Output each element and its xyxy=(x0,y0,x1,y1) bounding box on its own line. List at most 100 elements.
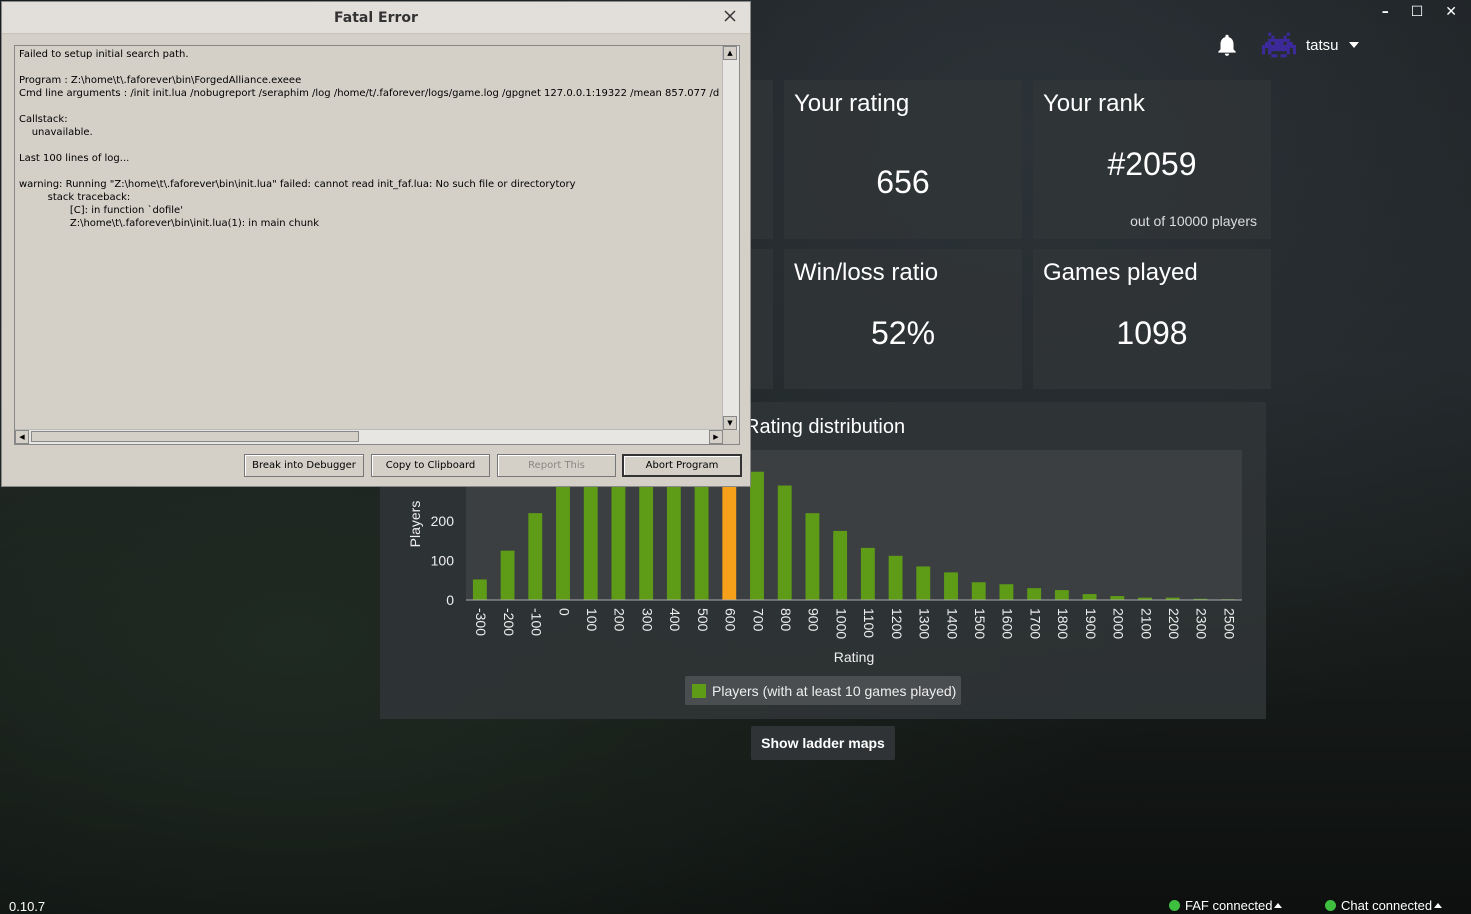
scroll-left-arrow-icon[interactable]: ◀ xyxy=(15,430,29,444)
x-tick-label: 2000 xyxy=(1111,608,1127,639)
x-tick-label: 2500 xyxy=(1221,608,1237,639)
rating-value: 656 xyxy=(876,164,930,200)
legend-label: Players (with at least 10 games played) xyxy=(712,682,957,699)
winloss-title: Win/loss ratio xyxy=(794,259,939,286)
chart-bar xyxy=(833,530,848,600)
x-tick-label: 1600 xyxy=(1000,608,1016,639)
x-tick-label: 1300 xyxy=(917,608,933,639)
chart-bar xyxy=(472,579,487,600)
chat-status-arrow-up-icon xyxy=(1434,903,1443,908)
show-ladder-maps-button[interactable]: Show ladder maps xyxy=(751,726,895,760)
x-tick-label: 400 xyxy=(667,608,683,632)
chart-legend[interactable]: Players (with at least 10 games played) xyxy=(685,676,961,705)
y-tick-label: 200 xyxy=(431,513,455,529)
x-tick-label: 600 xyxy=(723,608,739,632)
x-tick-label: 1700 xyxy=(1027,608,1043,639)
status-bar: 0.10.7 FAF connected Chat connected xyxy=(0,896,1471,914)
chart-bar xyxy=(971,582,986,600)
report-this-button: Report This xyxy=(497,454,616,477)
x-tick-label: 0 xyxy=(556,608,572,616)
copy-to-clipboard-button[interactable]: Copy to Clipboard xyxy=(371,454,490,477)
chart-bar xyxy=(944,572,958,600)
rank-subtitle: out of 10000 players xyxy=(1130,213,1257,229)
notification-bell-icon[interactable] xyxy=(1214,32,1240,58)
games-value: 1098 xyxy=(1116,315,1188,351)
x-tick-label: 500 xyxy=(695,608,711,632)
close-icon[interactable] xyxy=(721,7,739,25)
chart-bar xyxy=(1082,594,1097,600)
x-tick-label: 1400 xyxy=(944,608,960,639)
x-tick-label: 1000 xyxy=(833,608,849,639)
vertical-scrollbar[interactable]: ▲ ▼ xyxy=(722,46,739,430)
faf-status-dot-icon xyxy=(1169,900,1180,911)
x-tick-label: 700 xyxy=(750,608,766,632)
x-tick-label: 200 xyxy=(612,608,628,632)
x-tick-label: 2200 xyxy=(1166,608,1182,639)
x-tick-label: 800 xyxy=(778,608,794,632)
scroll-down-arrow-icon[interactable]: ▼ xyxy=(723,416,737,430)
y-tick-label: 0 xyxy=(446,592,454,608)
close-window-button[interactable]: ✕ xyxy=(1445,4,1457,20)
username[interactable]: tatsu xyxy=(1306,37,1339,54)
x-tick-label: -200 xyxy=(501,608,517,636)
chart-bar xyxy=(916,566,931,600)
faf-status-arrow-up-icon xyxy=(1274,903,1283,908)
rank-title: Your rank xyxy=(1043,90,1145,117)
x-tick-label: 100 xyxy=(584,608,600,632)
x-tick-label: 300 xyxy=(639,608,655,632)
chat-status-label: Chat connected xyxy=(1341,898,1433,913)
chart-bar xyxy=(860,547,875,600)
chart-bar xyxy=(500,550,515,600)
chart-bar xyxy=(777,485,792,600)
x-tick-label: 1800 xyxy=(1055,608,1071,639)
faf-status-label: FAF connected xyxy=(1185,898,1273,913)
x-tick-label: 1200 xyxy=(889,608,905,639)
x-tick-label: 2300 xyxy=(1194,608,1210,639)
chart-bar xyxy=(750,471,764,600)
rank-value: #2059 xyxy=(1107,146,1197,182)
avatar[interactable] xyxy=(1262,28,1296,62)
abort-program-button[interactable]: Abort Program xyxy=(622,454,742,477)
games-title: Games played xyxy=(1043,259,1198,286)
scroll-up-arrow-icon[interactable]: ▲ xyxy=(723,46,737,60)
chart-bar xyxy=(1027,588,1042,600)
x-tick-label: -100 xyxy=(529,608,545,636)
user-area: tatsu xyxy=(1214,28,1359,62)
break-into-debugger-button[interactable]: Break into Debugger xyxy=(244,454,364,477)
winloss-value: 52% xyxy=(870,315,936,351)
dialog-titlebar[interactable]: Fatal Error xyxy=(2,2,750,34)
rating-title: Your rating xyxy=(794,90,910,117)
version-label: 0.10.7 xyxy=(9,899,46,914)
winloss-card: Win/loss ratio 52% xyxy=(784,249,1022,389)
chat-status[interactable]: Chat connected xyxy=(1325,898,1443,913)
legend-swatch xyxy=(692,683,706,698)
scroll-right-arrow-icon[interactable]: ▶ xyxy=(709,430,723,444)
chat-status-dot-icon xyxy=(1325,900,1336,911)
chart-bar xyxy=(556,485,570,600)
error-log-text: Failed to setup initial search path. Pro… xyxy=(19,49,720,229)
horizontal-scrollbar[interactable]: ◀ ▶ xyxy=(15,429,723,444)
x-tick-label: -300 xyxy=(473,608,489,636)
chart-bar xyxy=(1054,590,1069,600)
error-log-textarea[interactable]: Failed to setup initial search path. Pro… xyxy=(14,45,740,445)
dialog-title: Fatal Error xyxy=(334,10,418,26)
y-tick-label: 100 xyxy=(431,553,455,569)
maximize-button[interactable]: ☐ xyxy=(1411,4,1424,20)
chart-bar xyxy=(1110,596,1125,600)
rating-card: Your rating 656 xyxy=(784,80,1022,239)
chart-bar xyxy=(999,584,1014,600)
rank-card: Your rank #2059 out of 10000 players xyxy=(1033,80,1271,239)
horizontal-scroll-thumb[interactable] xyxy=(31,431,359,442)
y-axis-label: Players xyxy=(407,501,423,548)
x-tick-label: 2100 xyxy=(1138,608,1154,639)
window-controls: – ☐ ✕ xyxy=(1382,4,1457,20)
x-tick-label: 1900 xyxy=(1083,608,1099,639)
faf-status[interactable]: FAF connected xyxy=(1169,898,1283,913)
chart-bar xyxy=(888,555,903,600)
x-tick-label: 1100 xyxy=(861,608,877,638)
x-tick-label: 900 xyxy=(806,608,822,632)
user-menu-chevron-down-icon[interactable] xyxy=(1348,42,1359,48)
minimize-button[interactable]: – xyxy=(1382,4,1389,20)
x-tick-label: 1500 xyxy=(972,608,988,639)
fatal-error-dialog: Fatal Error Failed to setup initial sear… xyxy=(1,1,751,487)
